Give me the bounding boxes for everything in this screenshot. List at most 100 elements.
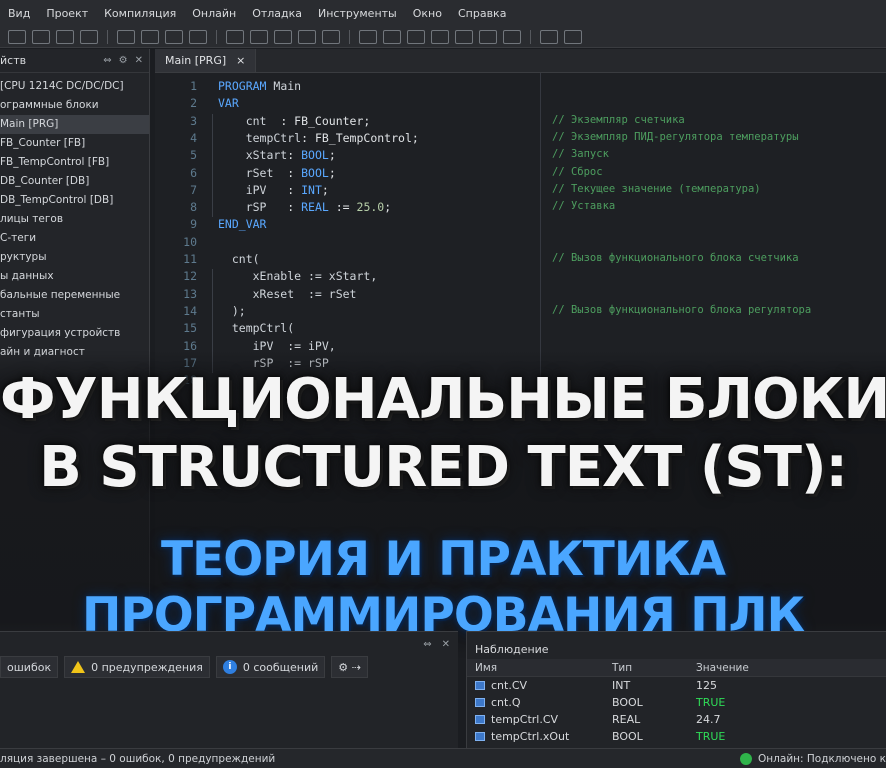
watch-row[interactable]: tempCtrl.CV REAL 24.7 xyxy=(467,711,886,728)
toolbar-button[interactable] xyxy=(503,29,521,44)
toolbar-button[interactable] xyxy=(226,29,244,44)
close-icon[interactable]: ✕ xyxy=(135,55,143,66)
menu-bar: Вид Проект Компиляция Онлайн Отладка Инструме… xyxy=(0,0,886,26)
toolbar-button[interactable] xyxy=(165,29,183,44)
tree-item[interactable]: айн и диагност xyxy=(0,343,149,362)
menu-item[interactable]: Вид xyxy=(0,7,38,20)
toolbar-button[interactable] xyxy=(189,29,207,44)
toolbar-button[interactable] xyxy=(383,29,401,44)
tree-item[interactable]: бальные переменные xyxy=(0,286,149,305)
code-token: ; xyxy=(384,200,392,215)
watch-value-cell: TRUE xyxy=(696,696,726,709)
filter-options-button[interactable]: ⚙ ⇢ xyxy=(331,656,368,678)
tree-item[interactable]: станты xyxy=(0,305,149,324)
project-tree: [CPU 1214C DC/DC/DC] ограммные блоки Main … xyxy=(0,73,149,362)
watch-type-cell: BOOL xyxy=(612,696,643,709)
watch-row[interactable]: cnt.Q BOOL TRUE xyxy=(467,694,886,711)
project-tree-panel: йств ⇔ ⚙ ✕ [CPU 1214C DC/DC/DC] ограммные… xyxy=(0,49,150,631)
line-number: 13 xyxy=(183,286,197,301)
close-icon[interactable]: × xyxy=(236,54,245,67)
toolbar xyxy=(0,26,886,48)
tree-item[interactable]: FB_Counter [FB] xyxy=(0,134,149,153)
status-bar: ляция завершена – 0 ошибок, 0 предупрежд… xyxy=(0,748,886,768)
editor-tabs: Main [PRG] × xyxy=(155,49,886,73)
watch-name: cnt.Q xyxy=(491,696,521,709)
line-number: 5 xyxy=(190,148,197,163)
tree-item[interactable]: руктуры xyxy=(0,248,149,267)
watch-row[interactable]: tempCtrl.xOut BOOL TRUE xyxy=(467,728,886,745)
tree-item[interactable]: ограммные блоки xyxy=(0,96,149,115)
toolbar-button[interactable] xyxy=(479,29,497,44)
code-token: rSP xyxy=(218,200,288,215)
menu-item[interactable]: Окно xyxy=(405,7,450,20)
menu-item[interactable]: Справка xyxy=(450,7,514,20)
settings-icon: ⚙ ⇢ xyxy=(338,660,361,674)
code-line: iPV : INT; xyxy=(218,183,329,197)
toolbar-button[interactable] xyxy=(298,29,316,44)
menu-item[interactable]: Компиляция xyxy=(96,7,184,20)
toolbar-button[interactable] xyxy=(56,29,74,44)
tab-main-prg[interactable]: Main [PRG] × xyxy=(155,49,257,72)
line-number: 16 xyxy=(183,338,197,353)
tree-item[interactable]: DB_Counter [DB] xyxy=(0,172,149,191)
toolbar-button[interactable] xyxy=(32,29,50,44)
pin-icon[interactable]: ⇔ xyxy=(103,55,111,66)
menu-item[interactable]: Отладка xyxy=(244,7,310,20)
toolbar-button[interactable] xyxy=(141,29,159,44)
close-icon[interactable]: ✕ xyxy=(442,639,450,650)
toolbar-button[interactable] xyxy=(407,29,425,44)
code-token: : xyxy=(287,165,302,180)
toolbar-button[interactable] xyxy=(250,29,268,44)
code-line: tempCtrl( xyxy=(218,321,294,335)
tree-item[interactable]: лицы тегов xyxy=(0,210,149,229)
tree-item[interactable]: FB_TempControl [FB] xyxy=(0,153,149,172)
code-token: ; xyxy=(321,182,329,197)
errors-label: ошибок xyxy=(7,660,52,674)
status-message: ляция завершена – 0 ошибок, 0 предупрежд… xyxy=(0,752,276,765)
errors-filter-button[interactable]: ошибок xyxy=(0,656,59,678)
menu-item[interactable]: Онлайн xyxy=(184,7,244,20)
column-header-value[interactable]: Значение xyxy=(696,662,816,674)
toolbar-button[interactable] xyxy=(274,29,292,44)
toolbar-button[interactable] xyxy=(431,29,449,44)
code-comment: // Текущее значение (температура) xyxy=(552,182,761,195)
messages-filter-button[interactable]: i 0 сообщений xyxy=(215,656,326,678)
code-token: BOOL xyxy=(301,165,329,180)
code-token: : xyxy=(287,182,302,197)
column-header-name[interactable]: Имя xyxy=(467,662,612,674)
tree-item[interactable]: ы данных xyxy=(0,267,149,286)
toolbar-button[interactable] xyxy=(8,29,26,44)
connection-label: Онлайн: Подключено к xyxy=(758,752,886,765)
toolbar-button[interactable] xyxy=(359,29,377,44)
indent-guide xyxy=(212,113,213,218)
line-number: 12 xyxy=(183,269,197,284)
line-number: 15 xyxy=(183,321,197,336)
toolbar-button[interactable] xyxy=(117,29,135,44)
tree-item[interactable]: С-теги xyxy=(0,229,149,248)
code-token: Main xyxy=(266,79,302,93)
toolbar-button[interactable] xyxy=(540,29,558,44)
code-comment: // Экземпляр ПИД-регулятора температуры xyxy=(552,130,799,143)
watch-type-cell: REAL xyxy=(612,713,641,726)
watch-type-cell: BOOL xyxy=(612,730,643,743)
menu-item[interactable]: Проект xyxy=(38,7,96,20)
pin-icon[interactable]: ⇔ xyxy=(423,639,431,650)
toolbar-button[interactable] xyxy=(322,29,340,44)
toolbar-button[interactable] xyxy=(455,29,473,44)
project-tree-header: йств ⇔ ⚙ ✕ xyxy=(0,49,149,73)
tree-item[interactable]: [CPU 1214C DC/DC/DC] xyxy=(0,77,149,96)
code-token: ); xyxy=(218,303,246,318)
toolbar-button[interactable] xyxy=(564,29,582,44)
watch-row[interactable]: cnt.CV INT 125 xyxy=(467,677,886,694)
tree-item[interactable]: фигурация устройств xyxy=(0,324,149,343)
tree-item[interactable]: DB_TempControl [DB] xyxy=(0,191,149,210)
warnings-filter-button[interactable]: 0 предупреждения xyxy=(64,656,210,678)
tree-item[interactable]: Main [PRG] xyxy=(0,115,149,134)
toolbar-button[interactable] xyxy=(80,29,98,44)
line-number: 3 xyxy=(190,113,197,128)
gear-icon[interactable]: ⚙ xyxy=(119,55,128,66)
line-number: 1 xyxy=(190,79,197,93)
column-header-type[interactable]: Тип xyxy=(612,662,696,674)
code-comment: // Сброс xyxy=(552,165,603,178)
menu-item[interactable]: Инструменты xyxy=(310,7,405,20)
